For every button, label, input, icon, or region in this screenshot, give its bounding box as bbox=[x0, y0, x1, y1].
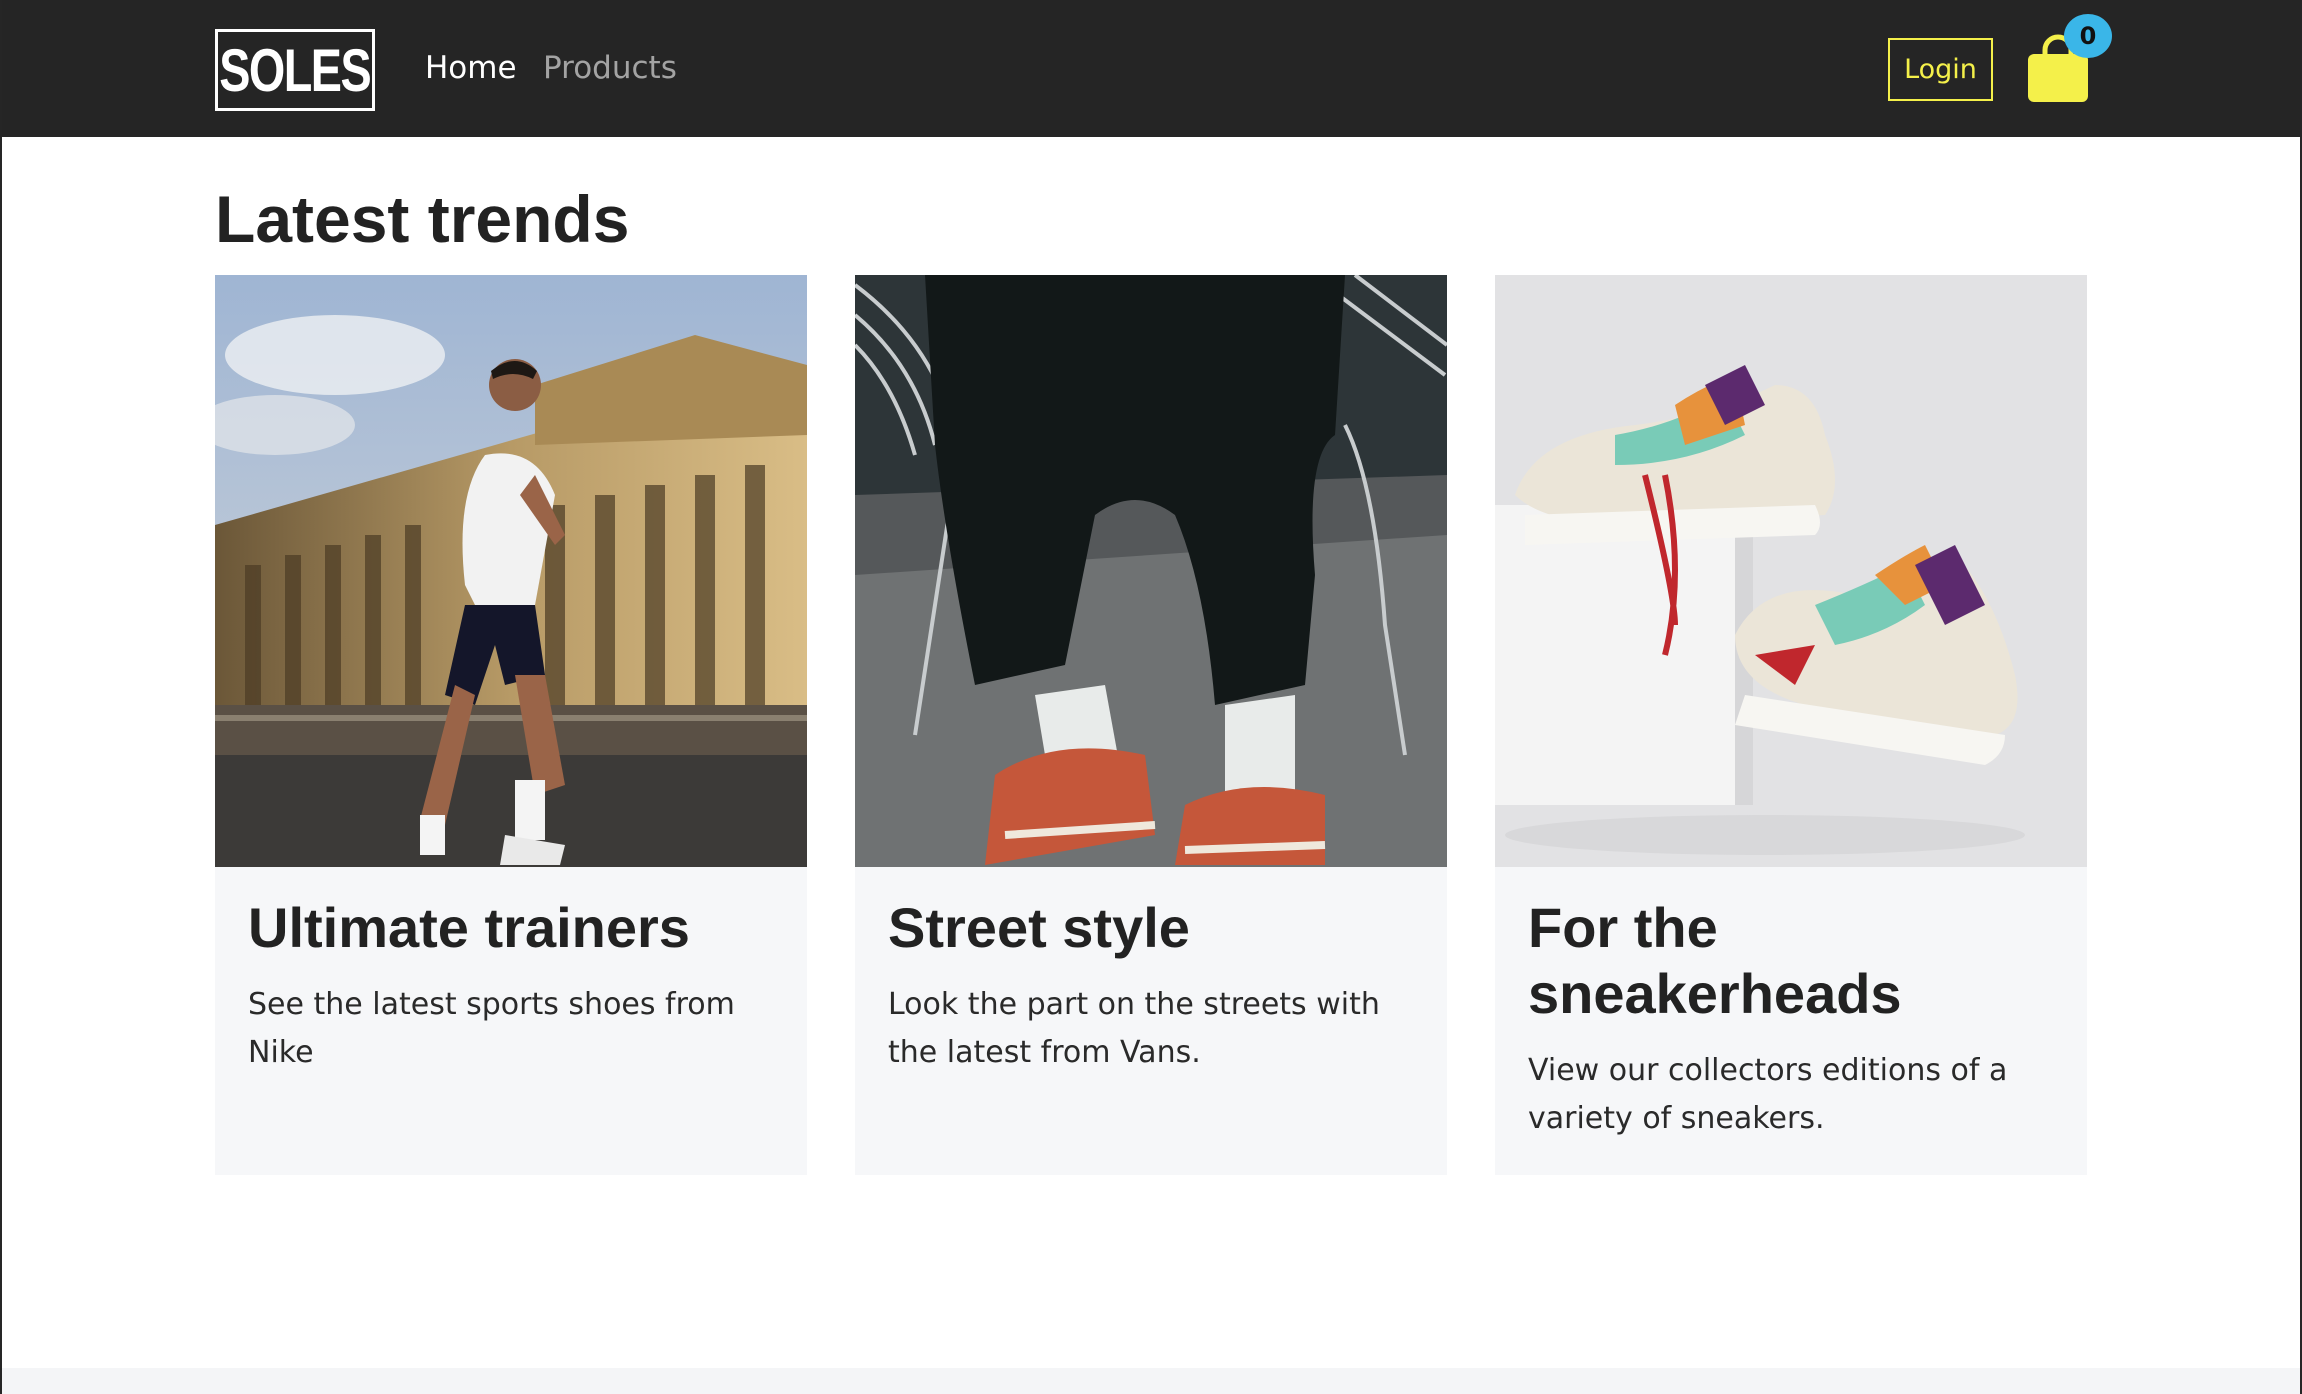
runner-photo bbox=[215, 275, 807, 867]
card-description: Look the part on the streets with the la… bbox=[888, 987, 1380, 1070]
card-description: See the latest sports shoes from Nike bbox=[248, 987, 735, 1070]
card-for-the-sneakerheads[interactable]: For the sneakerheads View our collectors… bbox=[1495, 275, 2087, 1175]
soles-logo[interactable]: SOLES bbox=[215, 29, 375, 111]
card-title: Ultimate trainers bbox=[248, 896, 690, 959]
card-title: Street style bbox=[888, 896, 1190, 959]
card-title: For the sneakerheads bbox=[1528, 896, 1902, 1025]
login-button[interactable]: Login bbox=[1888, 38, 1993, 101]
card-ultimate-trainers[interactable]: Ultimate trainers See the latest sports … bbox=[215, 275, 807, 1175]
street-style-photo bbox=[855, 275, 1447, 867]
logo-text: SOLES bbox=[219, 36, 372, 104]
navbar: SOLES Home Products Login 0 bbox=[2, 0, 2300, 137]
card-street-style[interactable]: Street style Look the part on the street… bbox=[855, 275, 1447, 1175]
footer bbox=[2, 1368, 2300, 1394]
sneakers-photo bbox=[1495, 275, 2087, 867]
section-title: Latest trends bbox=[215, 182, 630, 256]
nav-products-link[interactable]: Products bbox=[543, 46, 677, 90]
page: SOLES Home Products Login 0 Latest trend… bbox=[0, 0, 2302, 1394]
card-description: View our collectors editions of a variet… bbox=[1528, 1053, 2008, 1136]
nav-home-link[interactable]: Home bbox=[425, 46, 517, 90]
cart-count-badge: 0 bbox=[2064, 14, 2112, 58]
